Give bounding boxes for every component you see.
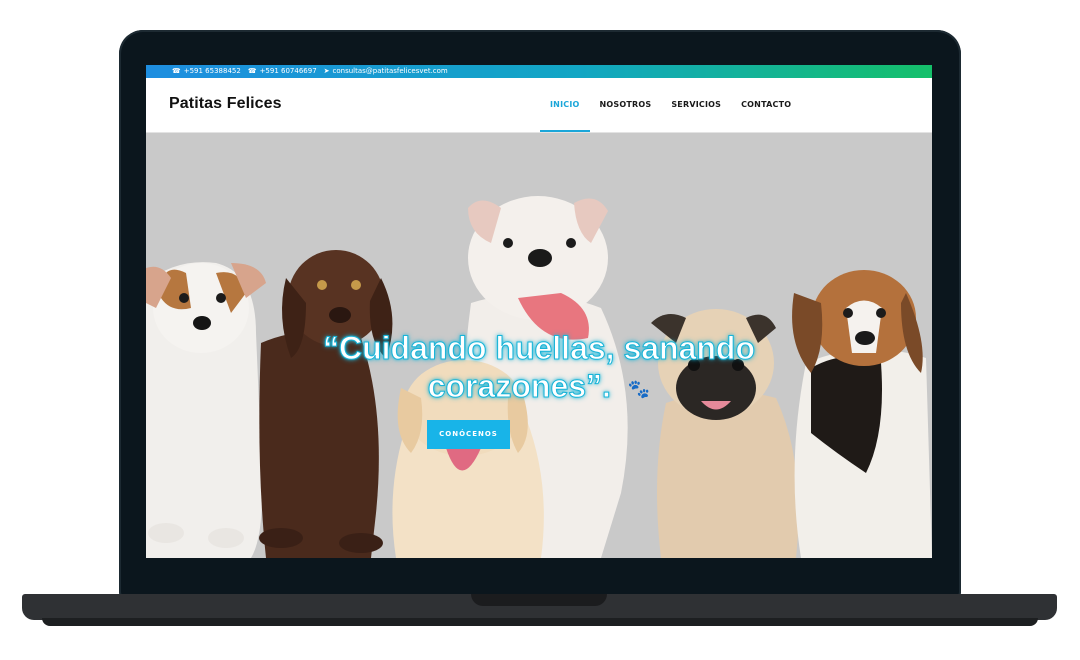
phone-icon: ☎ [247, 67, 257, 75]
contact-phone-1[interactable]: ☎ +591 65388452 [172, 65, 241, 78]
site-logo[interactable]: Patitas Felices [169, 95, 282, 113]
contact-topbar: ☎ +591 65388452 ☎ +591 60746697 ➤ consul… [146, 65, 932, 78]
contact-email[interactable]: ➤ consultas@patitasfelicesvet.com [324, 65, 448, 78]
hero-headline-line-2-wrap: corazones”. 🐾 [146, 367, 932, 408]
puppy-beagle [792, 270, 932, 558]
main-navbar: Patitas Felices INICIO NOSOTROS SERVICIO… [146, 78, 932, 133]
phone-icon: ☎ [172, 67, 181, 75]
email-text: consultas@patitasfelicesvet.com [332, 67, 448, 75]
nav-item-inicio[interactable]: INICIO [540, 78, 590, 132]
nav-item-servicios[interactable]: SERVICIOS [661, 78, 731, 132]
puppy-jack-russell [146, 262, 266, 558]
hero-headline: “Cuidando huellas, sanando corazones”. 🐾 [146, 329, 932, 408]
nav-menu: INICIO NOSOTROS SERVICIOS CONTACTO [540, 78, 801, 132]
nav-item-contacto[interactable]: CONTACTO [731, 78, 801, 132]
conocenos-button[interactable]: CONÓCENOS [427, 420, 510, 449]
paw-prints-icon: 🐾 [627, 378, 651, 399]
hero-headline-line-1: “Cuidando huellas, sanando [322, 330, 756, 367]
hero-banner: “Cuidando huellas, sanando corazones”. 🐾… [146, 133, 932, 558]
paper-plane-icon: ➤ [323, 67, 330, 75]
hero-headline-line-2: corazones”. [427, 368, 611, 405]
nav-item-nosotros[interactable]: NOSOTROS [590, 78, 662, 132]
laptop-base-shadow [42, 618, 1038, 626]
phone-2-text: +591 60746697 [259, 67, 317, 75]
contact-phone-2[interactable]: ☎ +591 60746697 [248, 65, 317, 78]
phone-1-text: +591 65388452 [183, 67, 241, 75]
website-screen: ☎ +591 65388452 ☎ +591 60746697 ➤ consul… [146, 65, 932, 558]
laptop-notch [471, 594, 607, 606]
